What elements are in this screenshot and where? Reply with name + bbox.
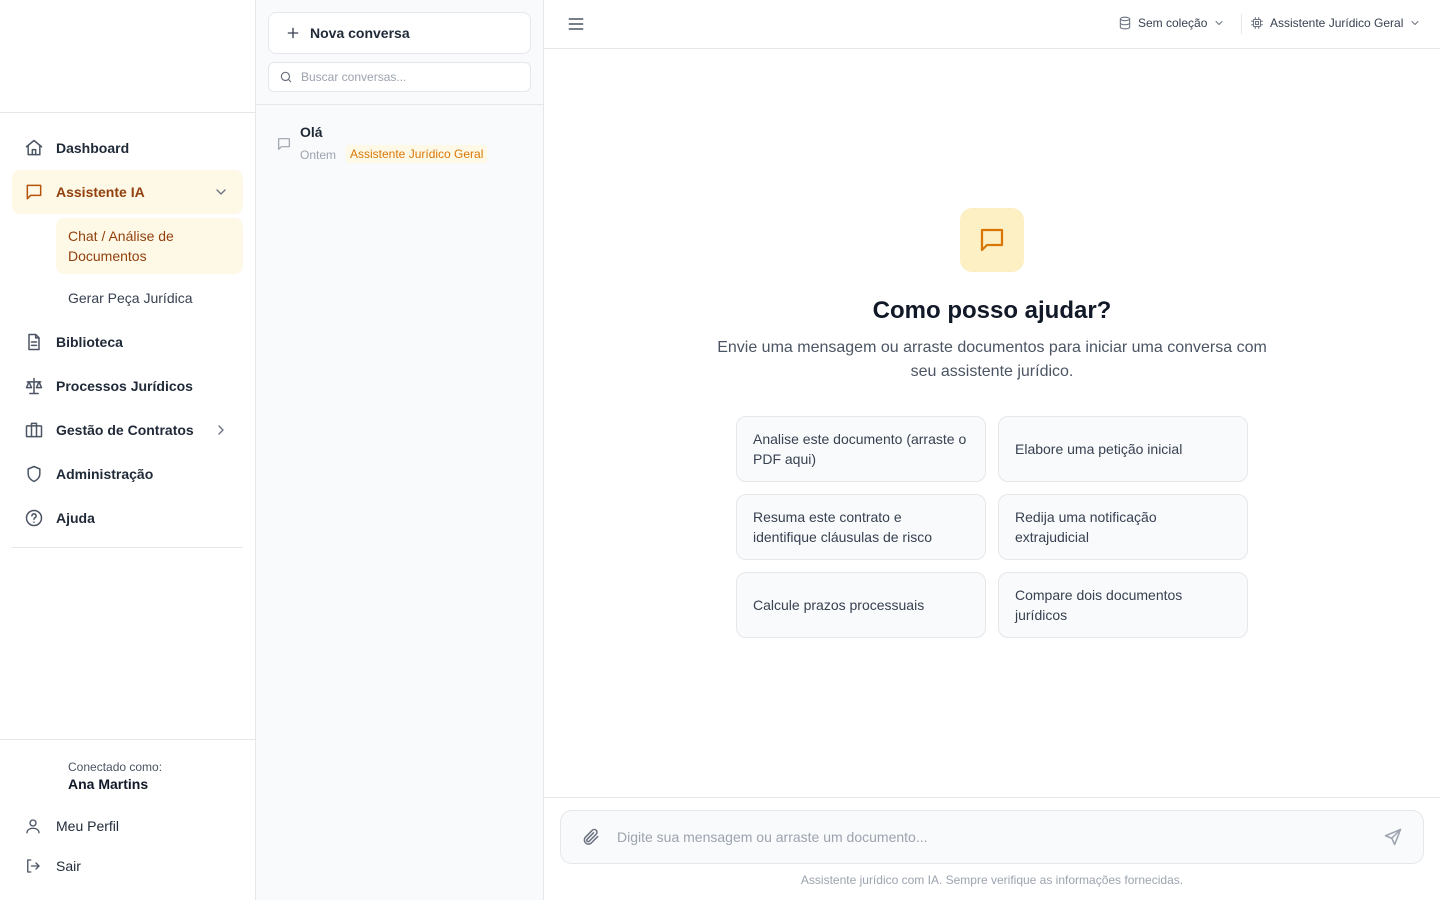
sidebar-item-biblioteca[interactable]: Biblioteca	[12, 320, 243, 364]
assistant-dropdown-value: Assistente Jurídico Geral	[1270, 16, 1404, 30]
welcome-subtitle: Envie uma mensagem ou arraste documentos…	[717, 339, 1267, 380]
sidebar-item-label: Gestão de Contratos	[56, 422, 194, 438]
cpu-icon	[1251, 17, 1263, 29]
paperclip-icon[interactable]	[581, 827, 601, 847]
search-icon	[280, 71, 292, 83]
shield-icon	[27, 465, 41, 483]
assistant-dropdown[interactable]: Assistente Jurídico Geral	[1250, 16, 1421, 30]
logo-area	[0, 0, 255, 113]
chat-icon	[278, 138, 290, 150]
conversations-panel: Nova conversa Olá Ontem Assistente Juríd…	[256, 0, 544, 900]
user-name: Ana Martins	[68, 776, 149, 792]
search-input[interactable]	[301, 70, 521, 84]
new-conversation-label: Nova conversa	[310, 25, 410, 41]
sidebar-item-label: Ajuda	[56, 510, 95, 526]
topbar-divider	[1241, 14, 1242, 34]
main-nav: Dashboard Assistente IA Chat / Análise d…	[12, 126, 243, 540]
logout-link[interactable]: Sair	[24, 857, 81, 875]
chevron-down-icon[interactable]	[213, 184, 229, 200]
hamburger-menu-icon[interactable]	[566, 14, 586, 34]
suggestion-card[interactable]: Elabore uma petição inicial	[998, 416, 1248, 482]
sidebar-item-processos[interactable]: Processos Jurídicos	[12, 364, 243, 408]
user-box: Conectado como: Ana Martins Meu Perfil S…	[0, 739, 255, 874]
suggestion-card[interactable]: Analise este documento (arraste o PDF aq…	[736, 416, 986, 482]
message-input[interactable]	[617, 826, 1357, 848]
ai-disclaimer: Assistente jurídico com IA. Sempre verif…	[800, 873, 1184, 887]
composer-divider	[544, 797, 1440, 798]
sidebar-item-label: Administração	[56, 466, 154, 482]
help-icon	[25, 509, 43, 527]
collection-dropdown-value: Sem coleção	[1138, 16, 1208, 30]
suggestion-card[interactable]: Compare dois documentos jurídicos	[998, 572, 1248, 638]
sidebar-item-contratos[interactable]: Gestão de Contratos	[12, 408, 243, 452]
nav-divider	[12, 547, 243, 548]
sidebar-item-administracao[interactable]: Administração	[12, 452, 243, 496]
plus-icon	[287, 27, 299, 39]
sidebar-item-ajuda[interactable]: Ajuda	[12, 496, 243, 540]
sidebar-subitem-label: Chat / Análise de Documentos	[68, 228, 174, 264]
sidebar-item-assistente-ia[interactable]: Assistente IA	[12, 170, 243, 214]
sidebar-subitem-gerar-peca[interactable]: Gerar Peça Jurídica	[56, 280, 243, 316]
sidebar: Dashboard Assistente IA Chat / Análise d…	[0, 0, 256, 900]
sidebar-item-label: Assistente IA	[56, 184, 145, 200]
new-conversation-button[interactable]: Nova conversa	[268, 12, 531, 54]
chevron-down-icon	[1411, 21, 1419, 25]
collection-dropdown[interactable]: Sem coleção	[1118, 16, 1225, 30]
message-composer	[560, 810, 1424, 864]
document-icon	[28, 333, 40, 351]
chat-topbar: Sem coleção Assistente Jurídico Geral	[544, 0, 1440, 49]
sidebar-item-label: Biblioteca	[56, 334, 123, 350]
home-icon	[25, 139, 43, 156]
suggestion-card[interactable]: Resuma este contrato e identifique cláus…	[736, 494, 986, 560]
logout-label: Sair	[56, 858, 81, 874]
conversation-search	[268, 62, 531, 92]
suggestion-card[interactable]: Redija uma notificação extrajudicial	[998, 494, 1248, 560]
chevron-down-icon	[1215, 21, 1223, 25]
sidebar-subitem-label: Gerar Peça Jurídica	[68, 290, 193, 306]
conversations-divider	[256, 104, 543, 105]
user-caption: Conectado como:	[68, 760, 163, 774]
chevron-right-icon[interactable]	[213, 422, 229, 438]
send-icon[interactable]	[1383, 827, 1403, 847]
sidebar-item-dashboard[interactable]: Dashboard	[12, 126, 243, 170]
conversation-assistant-badge: Assistente Jurídico Geral	[346, 145, 488, 163]
conversation-title: Olá	[300, 124, 323, 140]
chat-main: Sem coleção Assistente Jurídico Geral Co…	[544, 0, 1440, 900]
logout-icon	[27, 859, 40, 873]
my-profile-link[interactable]: Meu Perfil	[24, 817, 119, 835]
my-profile-label: Meu Perfil	[56, 818, 120, 834]
database-icon	[1119, 16, 1131, 30]
sidebar-subitem-chat-analise[interactable]: Chat / Análise de Documentos	[56, 218, 243, 274]
sidebar-item-label: Dashboard	[56, 140, 130, 156]
welcome-chat-icon	[960, 208, 1024, 272]
suggestion-card[interactable]: Calcule prazos processuais	[736, 572, 986, 638]
conversation-date: Ontem	[300, 148, 337, 162]
welcome-title: Como posso ajudar?	[872, 297, 1112, 324]
conversation-item[interactable]: Olá Ontem Assistente Jurídico Geral	[268, 116, 531, 172]
chat-icon	[26, 184, 42, 200]
user-icon	[26, 819, 40, 834]
scale-icon	[25, 377, 43, 395]
sidebar-item-label: Processos Jurídicos	[56, 378, 193, 394]
briefcase-icon	[25, 422, 43, 438]
